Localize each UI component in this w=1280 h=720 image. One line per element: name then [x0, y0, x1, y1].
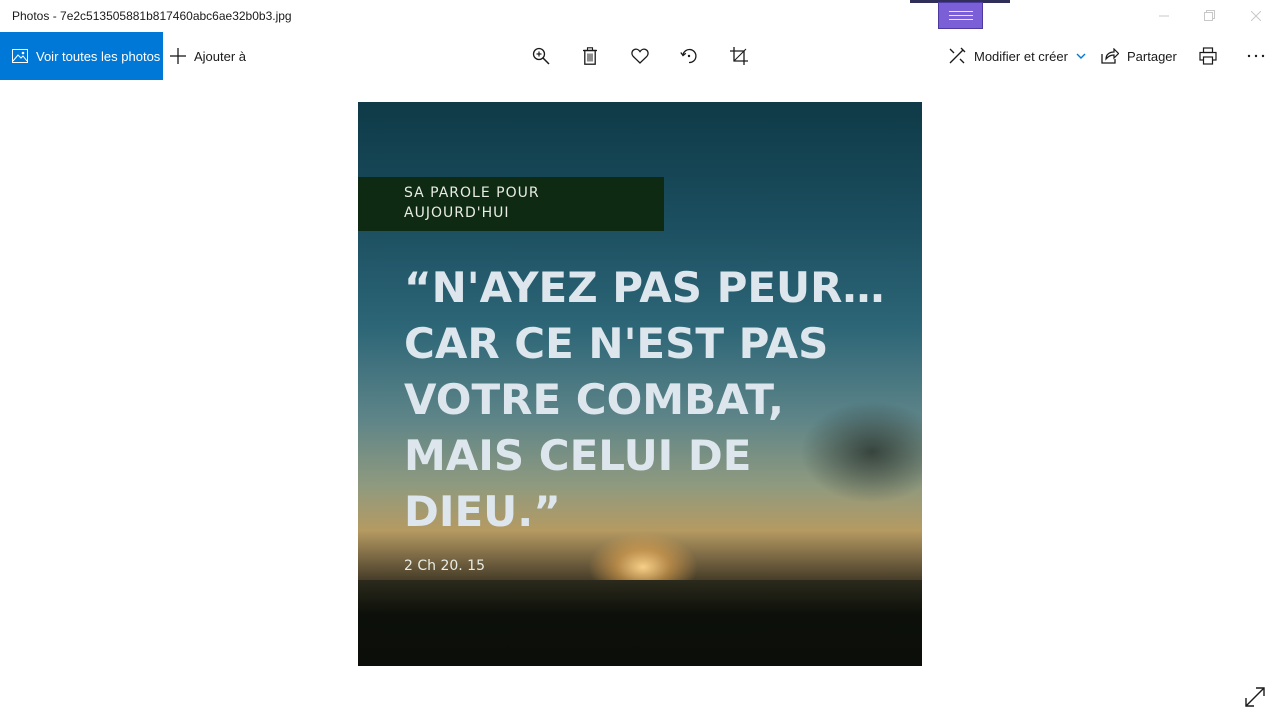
banner-line-1: SA PAROLE POUR [404, 185, 540, 201]
quote-text: “N'AYEZ PAS PEUR… CAR CE N'EST PAS VOTRE… [404, 263, 885, 536]
hamburger-menu-icon[interactable] [938, 2, 983, 29]
plus-icon [170, 48, 186, 64]
favorite-icon[interactable] [628, 44, 652, 68]
restore-icon[interactable] [1187, 0, 1233, 32]
edit-and-create-label: Modifier et créer [974, 48, 1068, 64]
photo-gallery-icon [12, 49, 28, 63]
window-title: Photos - 7e2c513505881b817460abc6ae32b0b… [12, 9, 292, 23]
minimize-icon[interactable] [1141, 0, 1187, 32]
add-to-button[interactable]: Ajouter à [170, 32, 246, 80]
add-to-label: Ajouter à [194, 48, 247, 64]
rotate-icon[interactable] [677, 44, 701, 68]
share-icon [1101, 48, 1119, 64]
share-button[interactable]: Partager [1101, 32, 1177, 80]
print-icon[interactable] [1196, 44, 1220, 68]
share-label: Partager [1127, 48, 1177, 64]
horizon-landscape [358, 580, 922, 666]
view-all-photos-label: Voir toutes les photos [36, 48, 161, 64]
chevron-down-icon [1076, 53, 1086, 59]
view-all-photos-button[interactable]: Voir toutes les photos [0, 32, 163, 80]
crop-icon[interactable] [727, 44, 751, 68]
fullscreen-expand-icon[interactable] [1244, 686, 1266, 708]
more-icon[interactable] [1244, 44, 1268, 68]
zoom-in-icon[interactable] [529, 44, 553, 68]
banner-line-2: AUJOURD'HUI [404, 205, 510, 221]
close-icon[interactable] [1233, 0, 1279, 32]
photo-viewer-image[interactable]: SA PAROLE POUR AUJOURD'HUI “N'AYEZ PAS P… [358, 102, 922, 666]
delete-icon[interactable] [578, 44, 602, 68]
verse-reference: 2 Ch 20. 15 [404, 558, 485, 574]
title-bar: Photos - 7e2c513505881b817460abc6ae32b0b… [0, 0, 1280, 32]
edit-pencil-icon [948, 47, 966, 65]
banner-text: SA PAROLE POUR AUJOURD'HUI [404, 183, 604, 223]
toolbar: Voir toutes les photos Ajouter à Modifie… [0, 32, 1280, 80]
edit-and-create-button[interactable]: Modifier et créer [948, 32, 1086, 80]
